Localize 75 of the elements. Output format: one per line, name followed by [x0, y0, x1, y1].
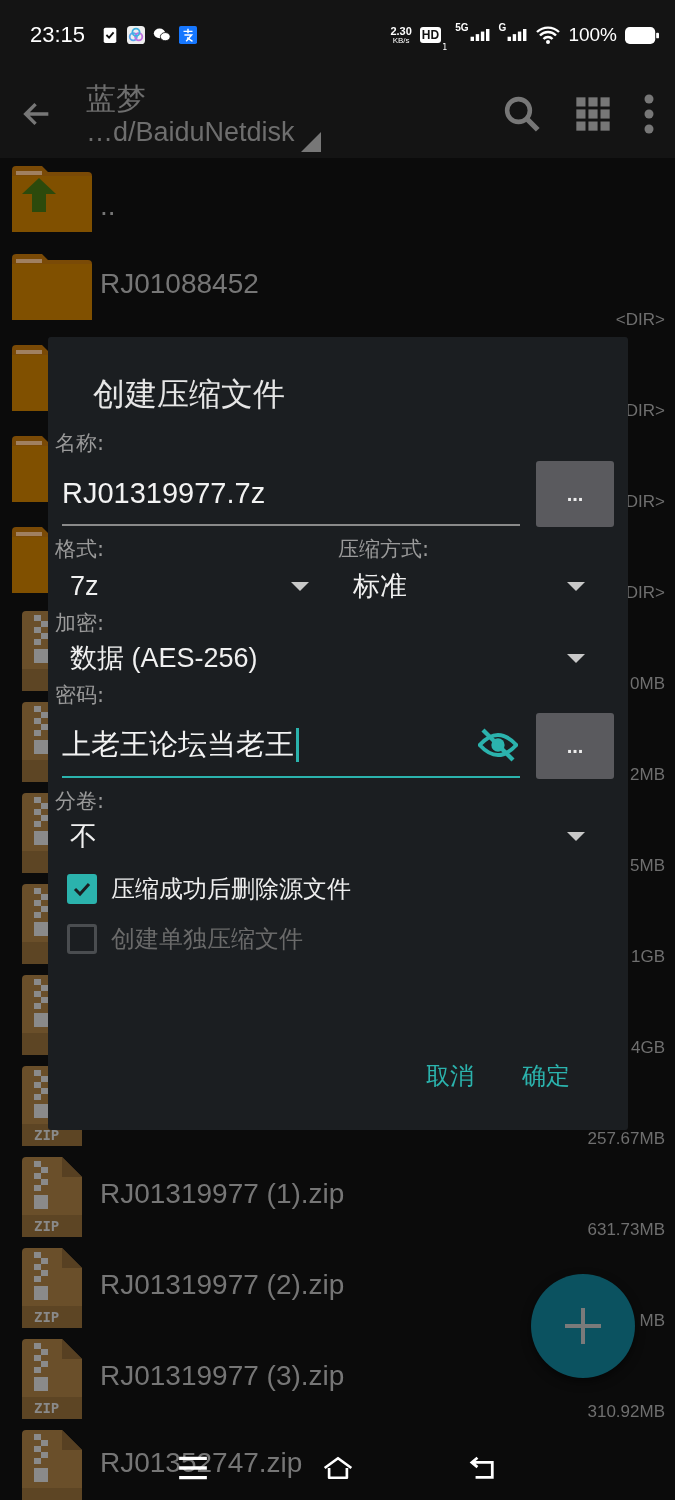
zip-label: ZIP [34, 1218, 60, 1234]
field-label: 加密: [55, 610, 105, 637]
grid-view-button[interactable] [573, 94, 613, 134]
home-icon[interactable] [321, 1455, 354, 1481]
method-dropdown[interactable]: 标准 [338, 565, 614, 607]
file-name[interactable]: .. [100, 189, 116, 222]
battery-percent: 100% [568, 24, 617, 46]
file-size: <DIR> [615, 310, 665, 330]
file-name[interactable]: RJ01352747.zip [100, 1446, 303, 1479]
field-label: 格式: [55, 536, 106, 563]
file-size: 2MB [630, 765, 665, 785]
network-type: G [498, 22, 507, 33]
zip-label: ZIP [34, 1400, 60, 1416]
folder-icon [12, 165, 92, 232]
zip-label: ZIP [34, 1309, 60, 1325]
split-dropdown[interactable]: 不 [55, 815, 614, 857]
file-size: 0MB [630, 674, 665, 694]
password-browse-button[interactable]: ... [536, 713, 614, 779]
network-speed: 2.30 KB/s [390, 25, 412, 45]
sim-number: 1 [442, 43, 448, 52]
format-dropdown[interactable]: 7z [55, 565, 338, 607]
file-size: 4GB [630, 1038, 665, 1058]
folder-icon [12, 344, 48, 411]
field-label: 分卷: [55, 788, 105, 815]
file-name[interactable]: RJ01319977 (2).zip [100, 1268, 345, 1301]
browse-button[interactable]: ... [536, 461, 614, 527]
zip-file-icon [22, 792, 48, 873]
file-size: 1GB [630, 947, 665, 967]
plus-icon [563, 1306, 603, 1346]
field-label: 压缩方式: [338, 536, 431, 563]
zip-file-icon [22, 701, 48, 782]
name-field[interactable]: RJ01319977.7z [62, 462, 520, 526]
zip-file-icon [22, 883, 48, 964]
folder-icon [12, 435, 48, 502]
file-name[interactable]: RJ01319977 (1).zip [100, 1177, 345, 1210]
checkbox-label: 创建单独压缩文件 [111, 924, 303, 955]
zip-file-icon [22, 1338, 82, 1419]
file-size: MB [639, 1311, 665, 1331]
file-size: 310.92MB [587, 1402, 665, 1422]
status-time: 23:15 [30, 22, 86, 48]
file-size: 257.67MB [587, 1129, 665, 1149]
folder-title: 蓝梦 [86, 80, 146, 117]
menu-button[interactable] [643, 94, 655, 134]
encryption-dropdown[interactable]: 数据 (AES-256) [55, 637, 614, 679]
field-label: 名称: [55, 430, 105, 457]
zip-file-icon [22, 1247, 82, 1328]
checkbox-label: 压缩成功后删除源文件 [111, 874, 351, 905]
payment-app-icon [179, 26, 198, 44]
chat-app-icon [153, 26, 172, 44]
folder-icon [12, 526, 48, 593]
password-field[interactable]: 上老王论坛当老王 [62, 714, 520, 778]
zip-file-icon [22, 1429, 82, 1500]
file-size: 5MB [630, 856, 665, 876]
signal-icon [468, 29, 491, 41]
cancel-button[interactable]: 取消 [422, 1056, 478, 1096]
ok-button[interactable]: 确定 [518, 1056, 574, 1096]
cloud-app-icon [127, 26, 146, 44]
zip-file-icon [22, 1156, 82, 1237]
dialog-title: 创建压缩文件 [93, 374, 285, 415]
file-name[interactable]: RJ01319977 (3).zip [100, 1359, 345, 1392]
signal-icon [506, 29, 529, 41]
zip-label: ZIP [34, 1127, 60, 1143]
file-name[interactable]: RJ01088452 [100, 267, 259, 300]
field-label: 密码: [55, 682, 105, 709]
hd-badge: HD [419, 27, 442, 43]
file-size: 631.73MB [587, 1220, 665, 1240]
zip-file-icon [22, 610, 48, 691]
wifi-icon [536, 26, 561, 44]
folder-icon [12, 253, 92, 320]
path-dropdown[interactable]: …d/BaiduNetdisk [86, 116, 321, 148]
checkbox[interactable] [67, 874, 97, 904]
network-type: 5G [455, 22, 469, 33]
corner-triangle-icon [300, 131, 321, 152]
battery-icon [625, 26, 659, 44]
zip-file-icon [22, 974, 48, 1055]
